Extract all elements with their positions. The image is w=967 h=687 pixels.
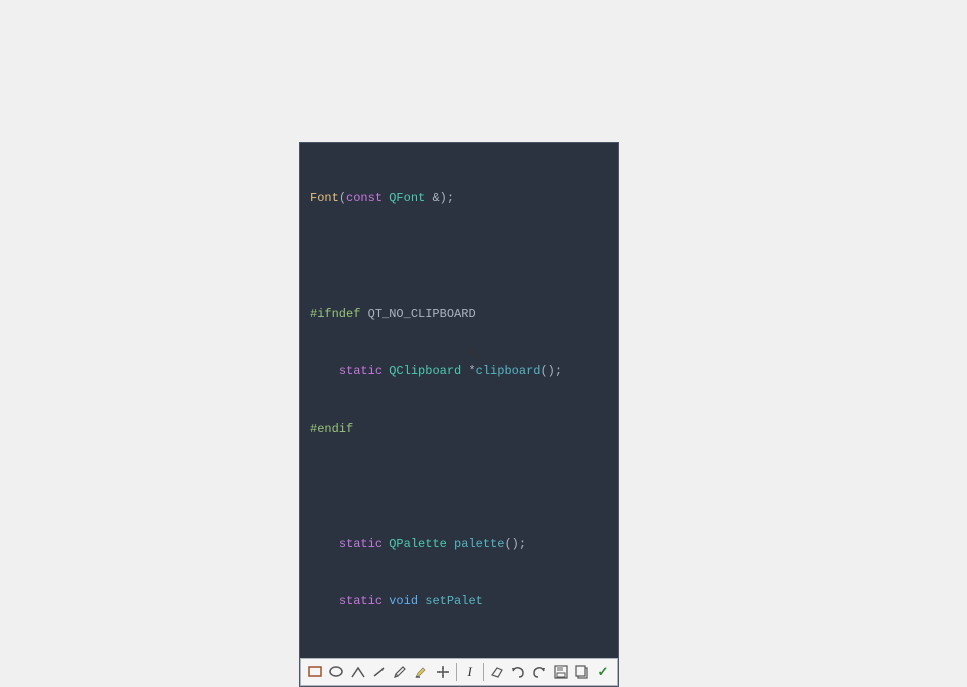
code-token: #endif [310,422,353,436]
code-line-4: static QClipboard *clipboard(); [310,362,608,381]
code-token: ( [339,191,346,205]
rectangle-tool-button[interactable] [305,661,325,683]
redo-icon [532,666,546,678]
undo-icon [511,666,525,678]
code-token: QClipboard [389,364,461,378]
code-line-5: #endif [310,420,608,439]
save-button[interactable] [550,661,570,683]
copy-button[interactable] [572,661,592,683]
annotation-toolbar: I ✓ [300,658,618,686]
code-token: setPalet [425,594,483,608]
code-line-7: static QPalette palette(); [310,535,608,554]
code-line-blank [310,247,608,266]
code-token: &); [425,191,454,205]
code-token: Font [310,191,339,205]
text-tool-button[interactable]: I [460,661,480,683]
ellipse-tool-button[interactable] [326,661,346,683]
angle-tool-button[interactable] [347,661,367,683]
code-line-3: #ifndef QT_NO_CLIPBOARD [310,305,608,324]
code-line-1: Font(const QFont &); [310,189,608,208]
code-area: Font(const QFont &); #ifndef QT_NO_CLIPB… [300,143,618,658]
eraser-icon [490,665,504,679]
code-token: QFont [389,191,425,205]
code-token: clipboard [476,364,541,378]
eraser-tool-button[interactable] [487,661,507,683]
text-icon: I [467,664,471,680]
save-icon [554,665,568,679]
ok-icon: ✓ [598,664,609,680]
code-token [310,594,339,608]
code-editor-widget: Font(const QFont &); #ifndef QT_NO_CLIPB… [299,142,619,687]
code-line-blank2 [310,477,608,496]
undo-button[interactable] [508,661,528,683]
code-token: static [339,537,382,551]
code-token: QT_NO_CLIPBOARD [360,307,475,321]
angle-icon [351,666,365,678]
code-token: void [389,594,418,608]
highlight-tool-button[interactable] [411,661,431,683]
cross-tool-button[interactable] [432,661,452,683]
code-token: * [461,364,475,378]
redo-button[interactable] [529,661,549,683]
line-tool-button[interactable] [369,661,389,683]
code-token [310,364,339,378]
rectangle-icon [308,666,322,677]
code-token: static [339,594,382,608]
code-token [310,537,339,551]
code-token: QPalette [389,537,447,551]
code-token: #ifndef [310,307,360,321]
ellipse-icon [329,666,343,677]
code-token: (); [540,364,562,378]
ok-button[interactable]: ✓ [593,661,613,683]
highlight-icon [414,665,428,679]
toolbar-separator-1 [456,663,457,681]
code-line-8: static void setPalet [310,592,608,611]
code-token: static [339,364,382,378]
line-icon [372,666,386,678]
code-token [447,537,454,551]
code-token: palette [454,537,504,551]
code-token: (); [504,537,526,551]
pencil-tool-button[interactable] [390,661,410,683]
cross-move-icon [436,665,450,679]
toolbar-separator-2 [483,663,484,681]
copy-icon [575,665,589,679]
code-token: const [346,191,382,205]
pencil-icon [393,665,407,679]
